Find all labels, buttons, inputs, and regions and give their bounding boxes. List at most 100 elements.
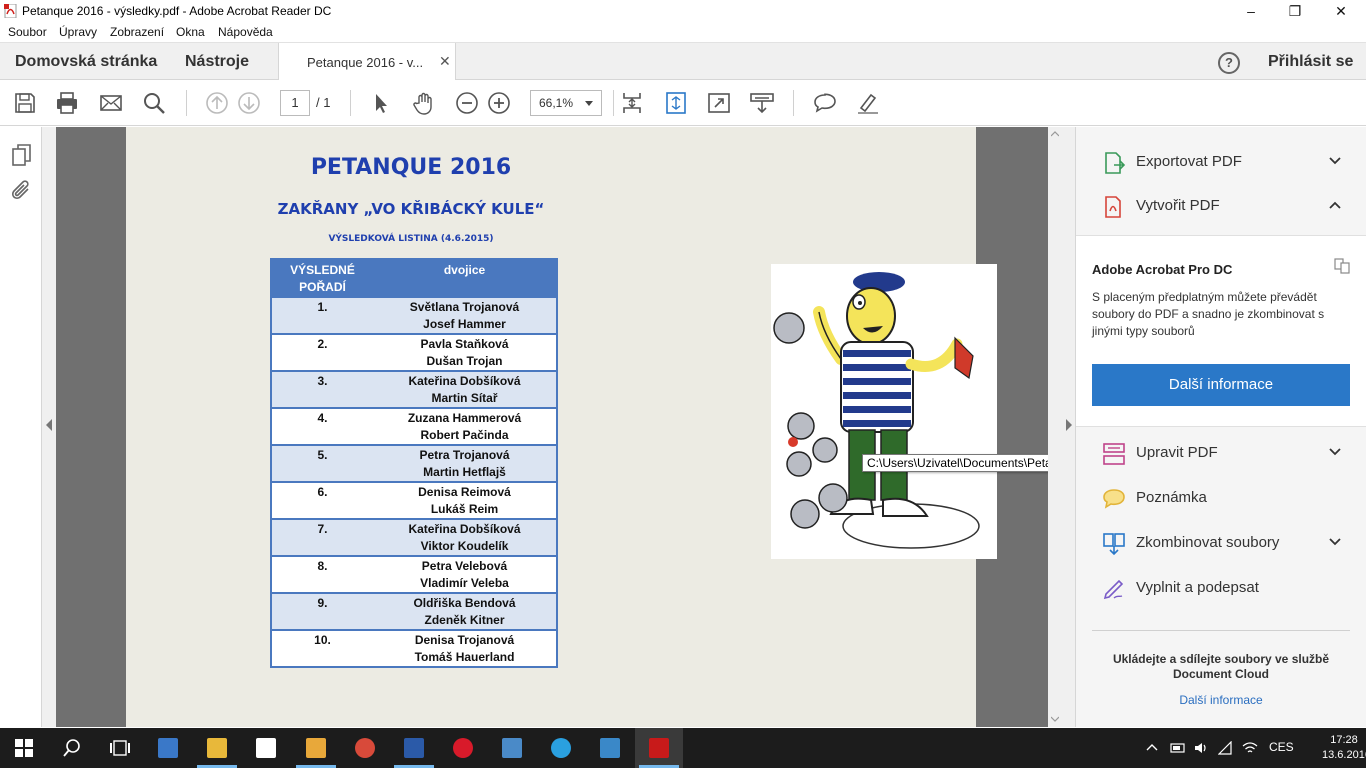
zoom-select[interactable]: 66,1% <box>530 90 602 116</box>
rank-cell: 9. <box>271 592 373 630</box>
collapse-left-icon[interactable] <box>45 419 53 431</box>
table-row: 6. Denisa Reimová Lukáš Reim <box>271 481 557 519</box>
rank-cell: 6. <box>271 481 373 519</box>
player-name: Martin Hetflajš <box>423 465 506 479</box>
language-indicator[interactable]: CES <box>1269 740 1294 754</box>
fit-page-icon[interactable] <box>620 91 644 115</box>
save-icon[interactable] <box>13 91 37 115</box>
chevron-down-icon <box>1329 538 1341 546</box>
outlook-icon <box>306 738 326 758</box>
taskbar-opera[interactable] <box>439 728 487 768</box>
scroll-mode-icon[interactable] <box>664 91 688 115</box>
petanque-player-image <box>771 264 997 559</box>
menu-soubor[interactable]: Soubor <box>8 25 47 39</box>
tool-fill-sign[interactable]: Vyplnit a podepsat <box>1076 566 1366 610</box>
hand-icon[interactable] <box>412 91 436 115</box>
taskbar-outlook[interactable] <box>292 728 340 768</box>
tool-combine-label: Zkombinovat soubory <box>1136 534 1280 551</box>
restore-button[interactable]: ❐ <box>1272 0 1318 22</box>
taskbar-internet-explorer[interactable] <box>537 728 585 768</box>
collapse-right-icon[interactable] <box>1065 419 1073 431</box>
chevron-down-icon <box>1329 448 1341 456</box>
menu-zobrazeni[interactable]: Zobrazení <box>110 25 164 39</box>
export-pdf-icon <box>1105 152 1126 174</box>
close-tab-icon[interactable]: ✕ <box>439 53 451 70</box>
taskbar-control-panel[interactable] <box>586 728 634 768</box>
email-icon[interactable] <box>99 91 123 115</box>
results-table: VÝSLEDNÉ POŘADÍ dvojice 1. Světlana Troja… <box>270 258 558 668</box>
highlight-icon[interactable] <box>856 91 880 115</box>
select-icon[interactable] <box>369 91 393 115</box>
tool-create-pdf[interactable]: Vytvořit PDF <box>1076 184 1366 228</box>
start-button[interactable] <box>0 728 48 768</box>
tray-expand-icon[interactable] <box>1146 742 1158 754</box>
word-icon <box>404 738 424 758</box>
comment-icon[interactable] <box>813 91 837 115</box>
taskbar-chrome[interactable] <box>341 728 389 768</box>
vertical-scrollbar[interactable] <box>1048 127 1062 727</box>
chevron-down-icon <box>585 101 593 106</box>
search-icon[interactable] <box>142 91 166 115</box>
help-icon[interactable]: ? <box>1218 52 1240 74</box>
tools-tab[interactable]: Nástroje <box>185 53 249 71</box>
zoom-value: 66,1% <box>539 96 574 110</box>
full-screen-icon[interactable] <box>707 91 731 115</box>
tool-export-label: Exportovat PDF <box>1136 153 1242 170</box>
pair-cell: Oldřiška Bendová Zdeněk Kitner <box>373 592 557 630</box>
home-tab[interactable]: Domovská stránka <box>15 53 157 71</box>
attachment-icon[interactable] <box>11 179 33 203</box>
acrobat-app-icon <box>4 4 17 18</box>
menu-napoveda[interactable]: Nápověda <box>218 25 273 39</box>
player-name: Kateřina Dobšíková <box>408 522 521 536</box>
search-icon <box>63 739 80 757</box>
document-tab[interactable]: Petanque 2016 - v... ✕ <box>278 43 456 81</box>
tool-export-pdf[interactable]: Exportovat PDF <box>1076 140 1366 184</box>
taskbar-search[interactable] <box>48 728 96 768</box>
windows-logo-icon <box>15 739 33 757</box>
cloud-more-info-link[interactable]: Další informace <box>1092 693 1350 707</box>
task-view[interactable] <box>96 728 144 768</box>
clock[interactable]: 17:28 13.6.2016 <box>1322 733 1366 763</box>
minimize-button[interactable]: – <box>1228 0 1274 22</box>
battery-icon[interactable] <box>1170 741 1186 755</box>
network-icon[interactable] <box>1218 741 1232 755</box>
sign-in-link[interactable]: Přihlásit se <box>1268 53 1353 71</box>
page-number-input[interactable]: 1 <box>280 90 310 116</box>
zoom-in-icon[interactable] <box>487 91 511 115</box>
taskbar-app[interactable] <box>488 728 536 768</box>
right-pane-toggle[interactable] <box>1062 127 1076 727</box>
document-viewer[interactable]: PETANQUE 2016 ZAKŘANY „VO KŘIBÁCKÝ KULE“… <box>42 127 1103 727</box>
taskbar-word[interactable] <box>390 728 438 768</box>
volume-icon[interactable] <box>1194 741 1208 755</box>
wifi-icon[interactable] <box>1242 741 1258 755</box>
scroll-up-icon[interactable] <box>1051 130 1059 138</box>
chevron-down-icon <box>1329 157 1341 165</box>
pages-panel-icon[interactable] <box>11 143 33 167</box>
read-mode-icon[interactable] <box>750 91 774 115</box>
tool-combine-files[interactable]: Zkombinovat soubory <box>1076 521 1366 565</box>
title-bar: Petanque 2016 - výsledky.pdf - Adobe Acr… <box>0 0 1366 22</box>
taskbar-file-explorer[interactable] <box>193 728 241 768</box>
tool-edit-pdf[interactable]: Upravit PDF <box>1076 431 1366 475</box>
more-info-button[interactable]: Další informace <box>1092 364 1350 406</box>
zoom-out-icon[interactable] <box>455 91 479 115</box>
taskbar-store[interactable] <box>242 728 290 768</box>
table-row: 8. Petra Velebová Vladimír Veleba <box>271 555 557 593</box>
pair-cell: Petra Trojanová Martin Hetflajš <box>373 444 557 482</box>
table-row: 9. Oldřiška Bendová Zdeněk Kitner <box>271 592 557 630</box>
tool-comment[interactable]: Poznámka <box>1076 476 1366 520</box>
rank-cell: 8. <box>271 555 373 593</box>
prev-page-icon[interactable] <box>205 91 229 115</box>
menu-upravy[interactable]: Úpravy <box>59 25 97 39</box>
taskbar-media-player[interactable] <box>144 728 192 768</box>
next-page-icon[interactable] <box>237 91 261 115</box>
clock-date: 13.6.2016 <box>1322 749 1366 761</box>
menu-okna[interactable]: Okna <box>176 25 205 39</box>
close-button[interactable]: ✕ <box>1318 0 1364 22</box>
tool-create-label: Vytvořit PDF <box>1136 197 1220 214</box>
print-icon[interactable] <box>55 91 79 115</box>
player-name: Kateřina Dobšíková <box>408 374 521 388</box>
taskbar-acrobat[interactable] <box>635 728 683 768</box>
scroll-down-icon[interactable] <box>1051 715 1059 723</box>
edit-pdf-icon <box>1103 443 1125 465</box>
